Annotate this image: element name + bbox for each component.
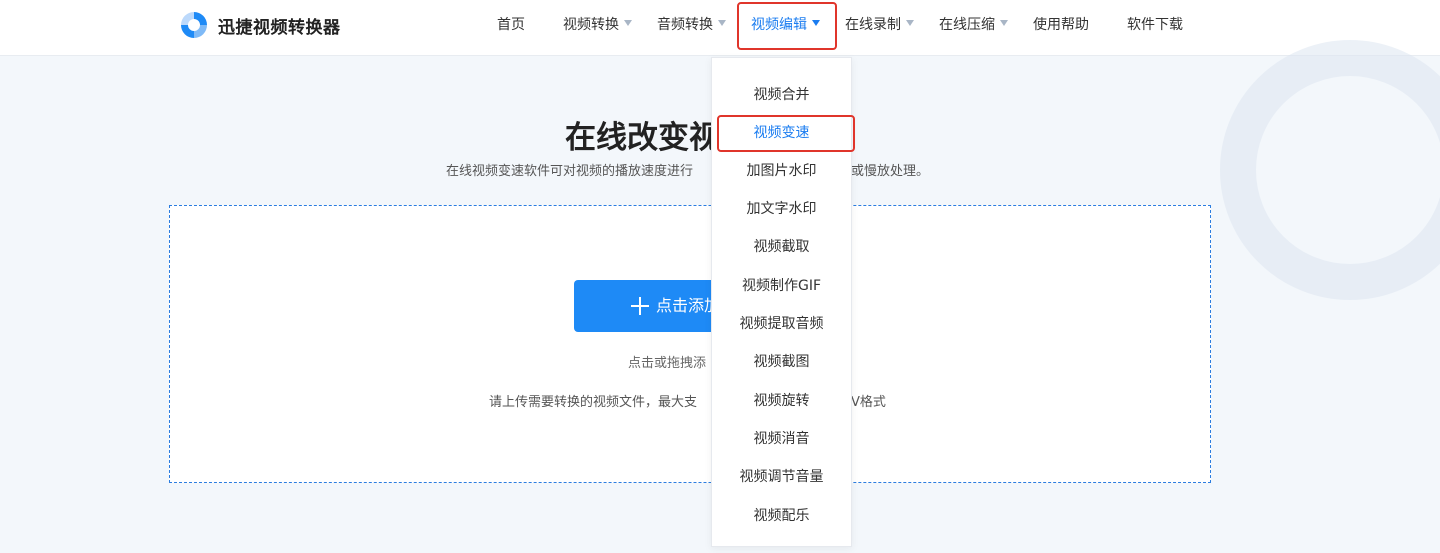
menu-item-rotate[interactable]: 视频旋转	[712, 382, 851, 420]
page-title: 在线改变视	[565, 120, 720, 156]
menu-highlight-box	[717, 115, 855, 152]
menu-item-music[interactable]: 视频配乐	[712, 497, 851, 535]
menu-item-merge[interactable]: 视频合并	[712, 76, 851, 114]
background-decoration	[1220, 40, 1440, 300]
chevron-down-icon	[624, 20, 632, 26]
page-subtitle-tail: 或慢放处理。	[851, 164, 930, 179]
chevron-down-icon	[718, 20, 726, 26]
menu-item-volume[interactable]: 视频调节音量	[712, 458, 851, 496]
nav-label: 音频转换	[657, 17, 713, 33]
menu-item-extract-audio[interactable]: 视频提取音频	[712, 305, 851, 343]
upload-format-text: V格式	[851, 395, 886, 410]
top-header: 迅捷视频转换器 首页 视频转换 音频转换 视频编辑 在线录制 在线压缩 使用帮助…	[0, 0, 1440, 56]
drag-hint: 点击或拖拽添	[628, 356, 707, 371]
nav-label: 视频转换	[563, 17, 619, 33]
nav-audio-convert[interactable]: 音频转换	[657, 0, 726, 50]
nav-video-convert[interactable]: 视频转换	[563, 0, 632, 50]
nav-online-record[interactable]: 在线录制	[845, 0, 914, 50]
plus-icon	[631, 297, 649, 315]
nav-online-compress[interactable]: 在线压缩	[939, 0, 1008, 50]
page: 迅捷视频转换器 首页 视频转换 音频转换 视频编辑 在线录制 在线压缩 使用帮助…	[0, 0, 1440, 553]
brand-logo[interactable]: 迅捷视频转换器	[178, 9, 341, 41]
menu-item-image-watermark[interactable]: 加图片水印	[712, 152, 851, 190]
page-subtitle: 在线视频变速软件可对视频的播放速度进行	[446, 164, 694, 179]
menu-item-trim[interactable]: 视频截取	[712, 228, 851, 266]
nav-label: 在线录制	[845, 17, 901, 33]
upload-dropzone[interactable]	[169, 205, 1211, 483]
brand-name: 迅捷视频转换器	[218, 17, 341, 38]
nav-label: 首页	[497, 17, 525, 33]
nav-label: 使用帮助	[1033, 17, 1089, 33]
menu-item-text-watermark[interactable]: 加文字水印	[712, 190, 851, 228]
menu-item-mute[interactable]: 视频消音	[712, 420, 851, 458]
nav-label: 在线压缩	[939, 17, 995, 33]
nav-home[interactable]: 首页	[497, 0, 525, 50]
nav-highlight-box	[737, 2, 837, 50]
upload-limit-text: 请上传需要转换的视频文件，最大支	[489, 395, 698, 410]
nav-label: 软件下载	[1127, 17, 1183, 33]
nav-help[interactable]: 使用帮助	[1033, 0, 1089, 50]
menu-item-gif[interactable]: 视频制作GIF	[712, 267, 851, 305]
nav-download[interactable]: 软件下载	[1127, 0, 1183, 50]
brand-logo-icon	[181, 12, 207, 38]
chevron-down-icon	[906, 20, 914, 26]
menu-item-screenshot[interactable]: 视频截图	[712, 343, 851, 381]
chevron-down-icon	[1000, 20, 1008, 26]
